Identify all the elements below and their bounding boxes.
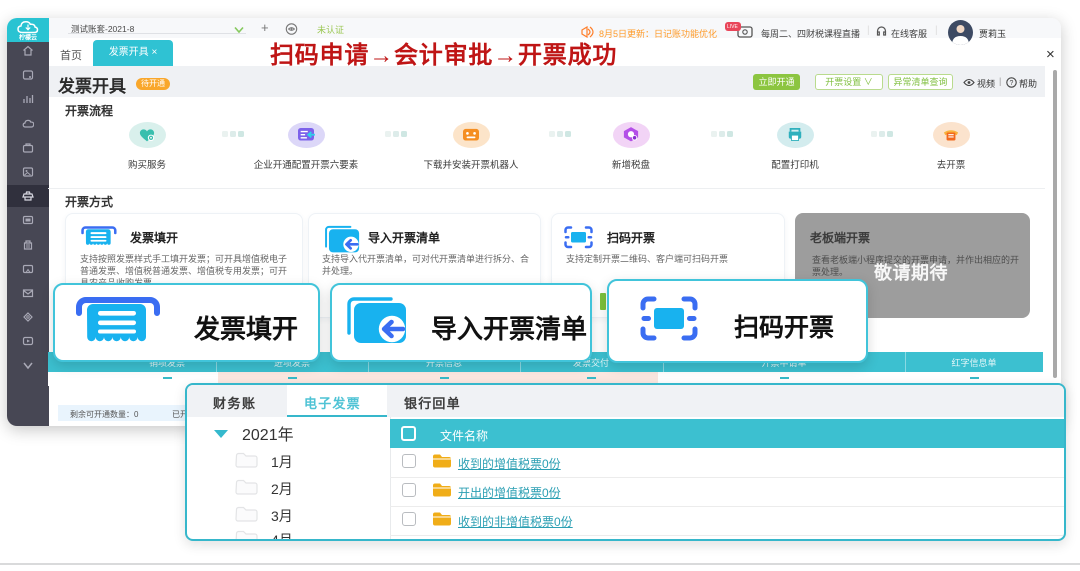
svg-text:?: ? [1010, 80, 1014, 87]
svg-text:柠檬云: 柠檬云 [19, 34, 37, 42]
